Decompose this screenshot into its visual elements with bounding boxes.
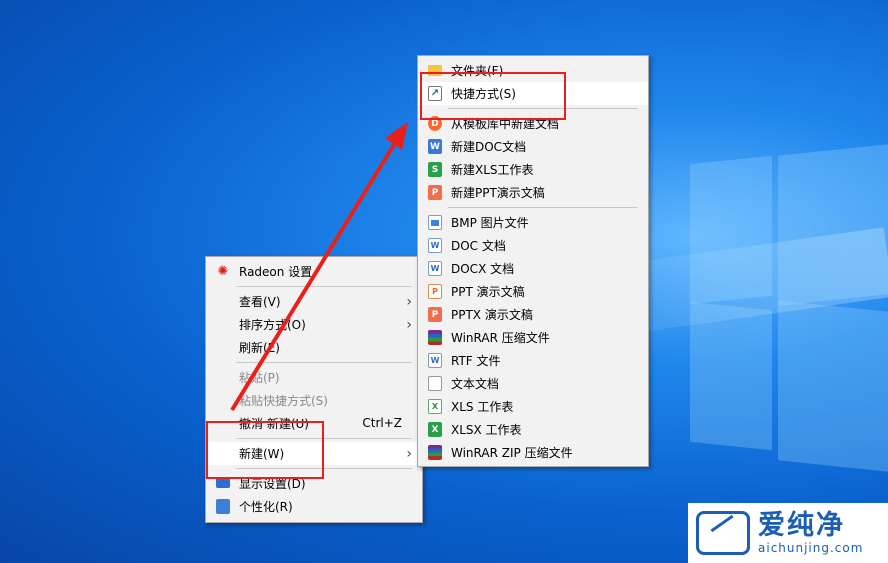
site-watermark: 爱纯净 aichunjing.com xyxy=(688,503,888,563)
site-logo-icon xyxy=(696,511,750,555)
arrow-shaft xyxy=(230,136,400,412)
watermark-url: aichunjing.com xyxy=(758,541,864,555)
arrow-head xyxy=(385,122,408,150)
annotation-arrow xyxy=(230,122,408,412)
watermark-text: 爱纯净 aichunjing.com xyxy=(758,510,864,556)
watermark-brand: 爱纯净 xyxy=(758,510,845,541)
